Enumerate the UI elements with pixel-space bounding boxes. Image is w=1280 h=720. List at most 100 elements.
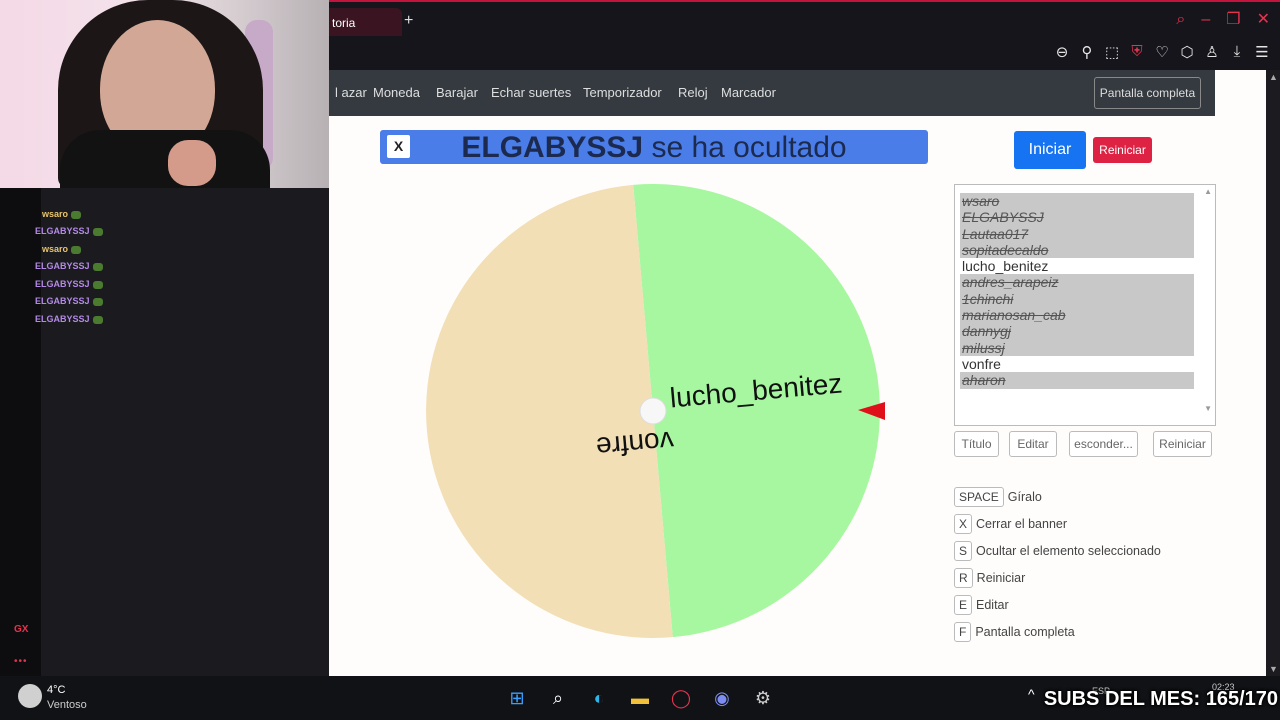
search-icon[interactable]: ⌕ <box>544 684 572 712</box>
entry-item[interactable]: sopitadecaldo <box>960 241 1194 259</box>
scroll-down-icon[interactable]: ▼ <box>1204 404 1212 413</box>
frog-emote-icon <box>71 210 82 219</box>
entry-item[interactable]: lucho_benitez <box>960 258 1194 274</box>
shortcut-desc: Reiniciar <box>976 571 1026 585</box>
banner-name: ELGABYSSJ <box>461 131 644 164</box>
close-window-icon[interactable]: ✕ <box>1257 12 1270 28</box>
scroll-up-icon[interactable]: ▲ <box>1204 187 1212 196</box>
weather-temperature: 4°C <box>47 684 66 696</box>
frog-emote-icon <box>92 315 103 324</box>
shortcut-desc: Gíralo <box>1007 490 1042 504</box>
frog-emote-icon <box>92 227 103 236</box>
entry-item[interactable]: aharon <box>960 372 1194 389</box>
chat-line: ELGABYSSJ <box>35 261 103 271</box>
frog-emote-icon <box>92 280 103 289</box>
start-button[interactable]: Iniciar <box>1014 131 1086 169</box>
banner-text: ELGABYSSJ se ha ocultado <box>380 131 928 165</box>
nav-item-echar-suertes[interactable]: Echar suertes <box>491 85 571 100</box>
edge-browser-icon[interactable]: ◐ <box>585 684 613 712</box>
new-tab-icon[interactable]: + <box>404 12 413 30</box>
screenshot-icon[interactable]: ⬚ <box>1104 43 1120 61</box>
file-explorer-icon[interactable]: ▬ <box>626 684 654 712</box>
shortcut-key: E <box>954 595 973 615</box>
stream-chat: wsaro ELGABYSSJ wsaro ELGABYSSJ ELGABYSS… <box>0 188 329 676</box>
edit-button[interactable]: Editar <box>1009 431 1057 457</box>
nav-item-reloj[interactable]: Reloj <box>678 85 708 100</box>
menu-icon[interactable]: ☰ <box>1254 43 1270 61</box>
reset-button[interactable]: Reiniciar <box>1093 137 1152 163</box>
app-icon[interactable]: ⚙ <box>749 684 777 712</box>
nav-item-marcador[interactable]: Marcador <box>721 85 776 100</box>
shortcut-desc: Cerrar el banner <box>976 517 1068 531</box>
shortcut-item: S Ocultar el elemento seleccionado <box>954 541 1161 561</box>
entry-item[interactable]: andres_arapeiz <box>960 274 1194 291</box>
browser-tab-active[interactable]: toria <box>320 8 402 36</box>
person-shirt-shape <box>60 130 270 188</box>
windows-start-icon[interactable]: ⊞ <box>503 684 531 712</box>
shortcut-key: S <box>954 541 973 561</box>
tab-title: toria <box>332 16 356 30</box>
entry-item[interactable]: Lautaa017 <box>960 225 1194 242</box>
shortcut-desc: Ocultar el elemento seleccionado <box>976 544 1161 558</box>
nav-item-temporizador[interactable]: Temporizador <box>583 85 662 100</box>
zoom-out-icon[interactable]: ⊖ <box>1054 43 1070 61</box>
shortcut-desc: Editar <box>976 598 1009 612</box>
chat-line: ELGABYSSJ <box>35 296 103 306</box>
weather-icon[interactable] <box>18 684 42 708</box>
chat-line: wsaro <box>42 244 82 254</box>
entry-item[interactable]: dannygj <box>960 323 1194 340</box>
shortcut-item: SPACE Gíralo <box>954 487 1042 507</box>
scroll-up-icon[interactable]: ▲ <box>1269 72 1278 82</box>
nav-item-moneda[interactable]: Moneda <box>373 85 420 100</box>
shortcut-key: SPACE <box>954 487 1004 507</box>
entry-item[interactable]: 1chinchi <box>960 290 1194 308</box>
account-icon[interactable]: ♙ <box>1204 43 1220 61</box>
nav-item-barajar[interactable]: Barajar <box>436 85 478 100</box>
maximize-icon[interactable]: ❐ <box>1226 12 1240 28</box>
web-page: l azar Moneda Barajar Echar suertes Temp… <box>329 70 1266 676</box>
tray-chevron-icon[interactable]: ^ <box>1028 686 1035 702</box>
entry-item[interactable]: milussj <box>960 339 1194 356</box>
entry-list: wsaro ELGABYSSJ Lautaa017 sopitadecaldo luch… <box>960 193 1194 389</box>
pin-icon[interactable]: ⚲ <box>1079 43 1095 61</box>
minimize-icon[interactable]: – <box>1201 12 1210 28</box>
nav-item-azar[interactable]: l azar <box>335 85 367 100</box>
shortcut-key: R <box>954 568 973 588</box>
fullscreen-button[interactable]: Pantalla completa <box>1094 77 1201 109</box>
window-controls: ⌕ – ❐ ✕ <box>1176 12 1270 28</box>
page-scrollbar[interactable]: ▲ ▼ <box>1266 70 1280 676</box>
shortcut-item: X Cerrar el banner <box>954 514 1067 534</box>
spin-wheel[interactable]: lucho_benitez vonfre <box>425 182 887 644</box>
entry-item[interactable]: vonfre <box>960 356 1194 372</box>
entry-item[interactable]: wsaro <box>960 193 1194 210</box>
entries-list[interactable]: wsaro ELGABYSSJ Lautaa017 sopitadecaldo luch… <box>954 184 1216 426</box>
download-icon[interactable]: ⤓ <box>1229 43 1245 61</box>
shortcut-item: E Editar <box>954 595 1009 615</box>
person-hands-shape <box>168 140 216 186</box>
weather-description: Ventoso <box>47 699 87 711</box>
title-button[interactable]: Título <box>954 431 999 457</box>
discord-icon[interactable]: ◉ <box>708 684 736 712</box>
gx-sidebar-label[interactable]: GX <box>14 624 28 635</box>
entry-item[interactable]: ELGABYSSJ <box>960 209 1194 226</box>
subs-overlay-text: SUBS DEL MES: 165/170 <box>1043 688 1278 710</box>
winner-banner: ELGABYSSJ se ha ocultado X <box>380 130 928 164</box>
more-options-icon[interactable]: ••• <box>14 656 28 667</box>
frog-emote-icon <box>92 262 103 271</box>
entry-item[interactable]: marianosan_cab <box>960 307 1194 324</box>
heart-icon[interactable]: ♡ <box>1154 43 1170 61</box>
opera-gx-icon[interactable]: ◯ <box>667 684 695 712</box>
chat-line: ELGABYSSJ <box>35 314 103 324</box>
search-tabs-icon[interactable]: ⌕ <box>1176 12 1185 28</box>
scroll-down-icon[interactable]: ▼ <box>1269 664 1278 674</box>
webcam-feed <box>0 0 329 188</box>
frog-emote-icon <box>92 297 103 306</box>
chat-line: ELGABYSSJ <box>35 226 103 236</box>
shield-icon[interactable]: ⛨ <box>1129 43 1145 61</box>
wheel-segment-tan <box>426 184 673 638</box>
extensions-icon[interactable]: ⬡ <box>1179 43 1195 61</box>
hide-button[interactable]: esconder... <box>1069 431 1138 457</box>
entries-reset-button[interactable]: Reiniciar <box>1153 431 1212 457</box>
shortcut-key: F <box>954 622 972 642</box>
banner-close-button[interactable]: X <box>387 135 410 158</box>
